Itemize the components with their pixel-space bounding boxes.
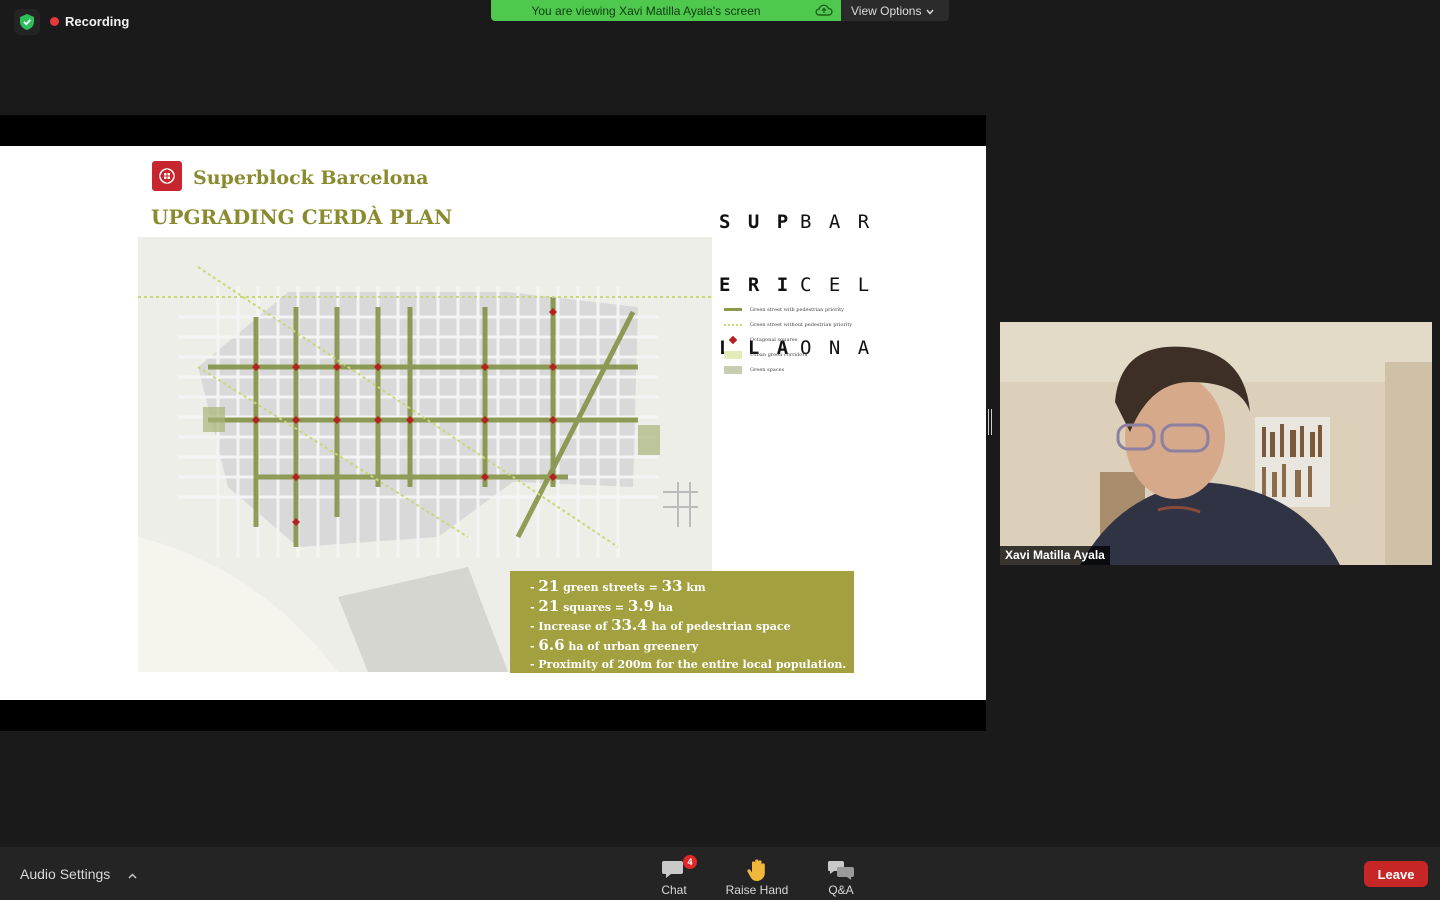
chat-icon: 4 bbox=[661, 855, 697, 883]
audio-settings-label: Audio Settings bbox=[20, 866, 111, 882]
legend-swatch bbox=[724, 350, 742, 359]
stat-line: - Increase of 33.4 ha of pedestrian spac… bbox=[530, 616, 854, 636]
legend-label: Octagonal squares bbox=[750, 336, 798, 343]
legend-item: Green spaces bbox=[724, 362, 874, 377]
stat-number: 21 bbox=[538, 577, 560, 595]
stat-text: squares = bbox=[559, 600, 628, 614]
slide-subtitle: UPGRADING CERDÀ PLAN bbox=[151, 205, 453, 229]
stat-text: - Proximity of 200m for the entire local… bbox=[530, 658, 847, 671]
legend-item: Urban green corridors bbox=[724, 347, 874, 362]
stat-line: - 21 green streets = 33 km bbox=[530, 577, 854, 597]
legend-label: Green street without pedestrian priority bbox=[750, 321, 853, 328]
stat-line: - 6.6 ha of urban greenery bbox=[530, 636, 854, 656]
stat-text: ha bbox=[654, 600, 674, 614]
legend-item: Octagonal squares bbox=[724, 332, 874, 347]
map-legend: Green street with pedestrian priority Gr… bbox=[724, 302, 874, 377]
stat-line: - 21 squares = 3.9 ha bbox=[530, 597, 854, 617]
view-options-button[interactable]: View Options bbox=[841, 0, 949, 21]
stat-text: km bbox=[682, 581, 706, 594]
stat-text: ha of pedestrian space bbox=[647, 620, 791, 633]
view-options-label: View Options bbox=[851, 3, 922, 18]
stat-number: 21 bbox=[538, 596, 560, 615]
participant-video[interactable] bbox=[1000, 322, 1432, 565]
stat-number: 6.6 bbox=[538, 635, 565, 654]
recording-label: Recording bbox=[65, 13, 130, 29]
chevron-up-icon[interactable] bbox=[128, 866, 137, 882]
brand-line: E R I bbox=[719, 274, 792, 296]
legend-label: Green spaces bbox=[750, 366, 785, 373]
legend-swatch bbox=[724, 323, 742, 326]
legend-swatch bbox=[724, 365, 742, 374]
brand-line: B A R bbox=[800, 211, 873, 233]
raise-hand-button[interactable]: Raise Hand bbox=[721, 851, 793, 897]
cloud-upload-icon bbox=[815, 3, 833, 20]
qa-icon bbox=[827, 857, 855, 883]
raise-hand-icon bbox=[746, 857, 768, 883]
qa-button[interactable]: Q&A bbox=[805, 851, 877, 897]
stat-number: 33.4 bbox=[611, 616, 648, 634]
slide-title: Superblock Barcelona bbox=[193, 167, 429, 189]
raise-hand-label: Raise Hand bbox=[725, 883, 789, 897]
legend-swatch bbox=[724, 308, 742, 311]
meeting-toolbar bbox=[0, 847, 1440, 900]
legend-label: Green street with pedestrian priority bbox=[750, 306, 844, 313]
chat-button[interactable]: 4 Chat bbox=[638, 851, 710, 897]
brand-line: S U P bbox=[719, 211, 792, 233]
stats-box: - 21 green streets = 33 km - 21 squares … bbox=[510, 571, 854, 673]
legend-item: Green street with pedestrian priority bbox=[724, 302, 874, 317]
panel-resize-handle[interactable] bbox=[988, 409, 992, 435]
stat-number: 3.9 bbox=[627, 596, 655, 615]
viewing-banner-text: You are viewing Xavi Matilla Ayala's scr… bbox=[531, 3, 761, 18]
stat-number: 33 bbox=[661, 577, 683, 595]
viewing-screen-banner: You are viewing Xavi Matilla Ayala's scr… bbox=[491, 0, 841, 21]
legend-label: Urban green corridors bbox=[750, 351, 808, 358]
recording-dot-icon bbox=[50, 16, 59, 26]
brand-line: C E L bbox=[800, 274, 873, 296]
diamond-icon bbox=[724, 335, 742, 344]
recording-indicator[interactable]: Recording bbox=[50, 12, 129, 30]
stat-text: green streets = bbox=[559, 581, 662, 594]
stat-line: - Proximity of 200m for the entire local… bbox=[530, 655, 854, 675]
participant-name-label: Xavi Matilla Ayala bbox=[1000, 546, 1110, 565]
barcelona-city-logo bbox=[152, 161, 182, 191]
security-shield-icon[interactable] bbox=[14, 9, 40, 35]
chevron-down-icon bbox=[926, 4, 935, 18]
stat-text: - Increase of bbox=[530, 620, 612, 633]
legend-item: Green street without pedestrian priority bbox=[724, 317, 874, 332]
chat-unread-badge: 4 bbox=[683, 855, 697, 869]
audio-settings-button[interactable]: Audio Settings bbox=[20, 866, 137, 882]
leave-button[interactable]: Leave bbox=[1364, 861, 1428, 887]
chat-label: Chat bbox=[661, 883, 687, 897]
qa-label: Q&A bbox=[828, 883, 854, 897]
stat-text: ha of urban greenery bbox=[564, 639, 699, 653]
